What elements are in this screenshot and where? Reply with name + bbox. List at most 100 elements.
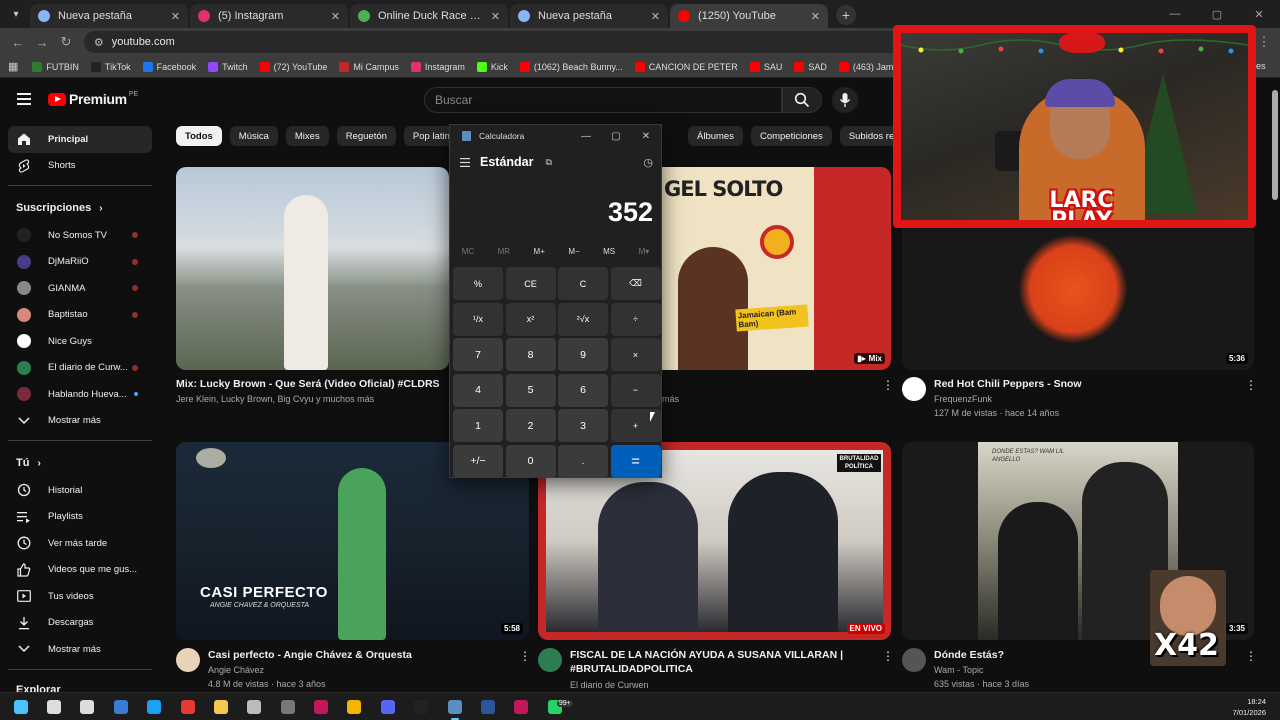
sidebar-item-shorts[interactable]: Shorts (8, 153, 152, 180)
forward-icon[interactable]: → (30, 30, 54, 54)
tab-close-icon[interactable]: ✕ (171, 10, 180, 23)
channel-avatar[interactable] (538, 648, 562, 672)
negate-button[interactable]: +/− (453, 444, 503, 478)
digit-5-button[interactable]: 5 (505, 373, 556, 407)
sidebar-item-history[interactable]: Historial (8, 477, 152, 504)
decimal-button[interactable]: . (558, 444, 608, 478)
taskbar-button[interactable] (342, 696, 366, 718)
video-title[interactable]: Red Hot Chili Peppers - Snow (934, 377, 1234, 391)
memory-button[interactable]: MS (603, 247, 615, 256)
video-menu-icon[interactable]: ⋮ (882, 649, 894, 663)
clear-entry-button[interactable]: CE (505, 267, 556, 300)
channel-avatar[interactable] (902, 648, 926, 672)
memory-button[interactable]: M− (568, 247, 579, 256)
maximize-icon[interactable]: ▢ (1196, 0, 1238, 28)
taskbar-button[interactable]: 99+ (543, 696, 573, 718)
video-title[interactable]: Dónde Estás? (934, 648, 1134, 662)
search-button[interactable] (782, 87, 822, 113)
bookmark-item[interactable]: FUTBIN (32, 61, 79, 72)
multiply-button[interactable]: × (610, 338, 661, 371)
video-menu-icon[interactable]: ⋮ (1245, 378, 1257, 392)
video-title[interactable]: Mix: Lucky Brown - Que Será (Video Ofici… (176, 377, 446, 391)
video-channel[interactable]: Wam - Topic (934, 663, 984, 677)
page-scrollbar[interactable] (1272, 90, 1278, 200)
chip-albums[interactable]: Álbumes (688, 126, 743, 146)
video-menu-icon[interactable]: ⋮ (519, 649, 531, 663)
digit-3-button[interactable]: 3 (558, 409, 608, 442)
video-title[interactable]: FISCAL DE LA NACIÓN AYUDA A SUSANA VILLA… (570, 648, 870, 676)
sidebar-item-subscription[interactable]: GIANMA (8, 275, 152, 302)
taskbar-button[interactable] (476, 696, 500, 718)
chip-competitions[interactable]: Competiciones (750, 126, 832, 146)
bookmark-item[interactable]: TikTok (90, 61, 131, 72)
youtube-logo[interactable]: Premium PE (48, 91, 138, 107)
video-menu-icon[interactable]: ⋮ (882, 378, 894, 392)
menu-icon[interactable] (17, 93, 31, 105)
bookmark-item[interactable]: (1062) Beach Bunny... (519, 61, 623, 72)
taskbar-button[interactable] (509, 696, 533, 718)
history-icon[interactable]: ◷ (643, 156, 653, 169)
bookmark-item[interactable]: Twitch (208, 61, 248, 72)
apps-grid-icon[interactable]: ▦ (8, 60, 18, 73)
taskbar-button[interactable] (276, 696, 300, 718)
taskbar-button[interactable] (309, 696, 333, 718)
taskbar-button[interactable] (42, 696, 66, 718)
subtract-button[interactable]: − (610, 373, 661, 407)
digit-1-button[interactable]: 1 (453, 409, 503, 442)
channel-avatar[interactable] (176, 648, 200, 672)
sidebar-item-downloads[interactable]: Descargas (8, 610, 152, 637)
chip-all[interactable]: Todos (176, 126, 222, 146)
new-tab-button[interactable]: + (836, 5, 856, 25)
taskbar-button[interactable] (142, 696, 166, 718)
back-icon[interactable]: ← (6, 30, 30, 54)
browser-tab[interactable]: Nueva pestaña ✕ (30, 4, 188, 28)
video-thumbnail[interactable] (176, 167, 449, 370)
memory-button[interactable]: MC (462, 247, 474, 256)
sidebar-item-subscription[interactable]: Hablando Hueva... (8, 381, 152, 408)
sidebar-item-subscription[interactable]: No Somos TV (8, 222, 152, 249)
bookmark-item[interactable]: Mi Campus (339, 61, 399, 72)
square-button[interactable]: x² (505, 302, 556, 336)
taskbar-button[interactable] (176, 696, 200, 718)
sidebar-item-subscription[interactable]: Baptistao (8, 302, 152, 329)
chip-mixes[interactable]: Mixes (285, 126, 329, 146)
tab-close-icon[interactable]: ✕ (491, 10, 500, 23)
reload-icon[interactable]: ↻ (54, 30, 78, 54)
navigation-menu-icon[interactable] (460, 157, 470, 167)
channel-avatar[interactable] (902, 377, 926, 401)
equals-button[interactable]: = (610, 444, 661, 478)
tab-close-icon[interactable]: ✕ (331, 10, 340, 23)
memory-button[interactable]: MR (498, 247, 510, 256)
backspace-button[interactable]: ⌫ (610, 267, 661, 300)
square-root-button[interactable]: ²√x (558, 302, 608, 336)
taskbar-button[interactable] (443, 696, 467, 720)
memory-button[interactable]: M+ (534, 247, 545, 256)
browser-tab-active[interactable]: (1250) YouTube ✕ (670, 4, 828, 28)
digit-0-button[interactable]: 0 (505, 444, 556, 478)
taskbar-button[interactable] (109, 696, 133, 718)
browser-tab[interactable]: Nueva pestaña ✕ (510, 4, 668, 28)
chip-music[interactable]: Música (229, 126, 278, 146)
bookmark-item[interactable]: Facebook (142, 61, 196, 72)
percent-button[interactable]: % (453, 267, 503, 300)
taskbar-button[interactable] (376, 696, 400, 718)
sidebar-item-watch-later[interactable]: Ver más tarde (8, 530, 152, 557)
browser-tab[interactable]: (5) Instagram ✕ (190, 4, 348, 28)
digit-9-button[interactable]: 9 (558, 338, 608, 371)
digit-4-button[interactable]: 4 (453, 373, 503, 407)
close-button[interactable]: ✕ (631, 125, 661, 147)
bookmark-item[interactable]: (72) YouTube (259, 61, 327, 72)
taskbar-button[interactable] (242, 696, 266, 718)
sidebar-item-subscription[interactable]: Nice Guys (8, 328, 152, 355)
digit-2-button[interactable]: 2 (505, 409, 556, 442)
browser-tab[interactable]: Online Duck Race Game ✕ (350, 4, 508, 28)
video-thumbnail[interactable]: 5:36 (902, 222, 1254, 370)
clear-button[interactable]: C (558, 267, 608, 300)
video-menu-icon[interactable]: ⋮ (1245, 649, 1257, 663)
digit-8-button[interactable]: 8 (505, 338, 556, 371)
bookmark-item[interactable]: SAU (749, 61, 782, 72)
maximize-button[interactable]: ▢ (601, 125, 631, 147)
sidebar-item-home[interactable]: Principal (8, 126, 152, 153)
reciprocal-button[interactable]: ¹/x (453, 302, 503, 336)
chip-regueton[interactable]: Reguetón (336, 126, 396, 146)
